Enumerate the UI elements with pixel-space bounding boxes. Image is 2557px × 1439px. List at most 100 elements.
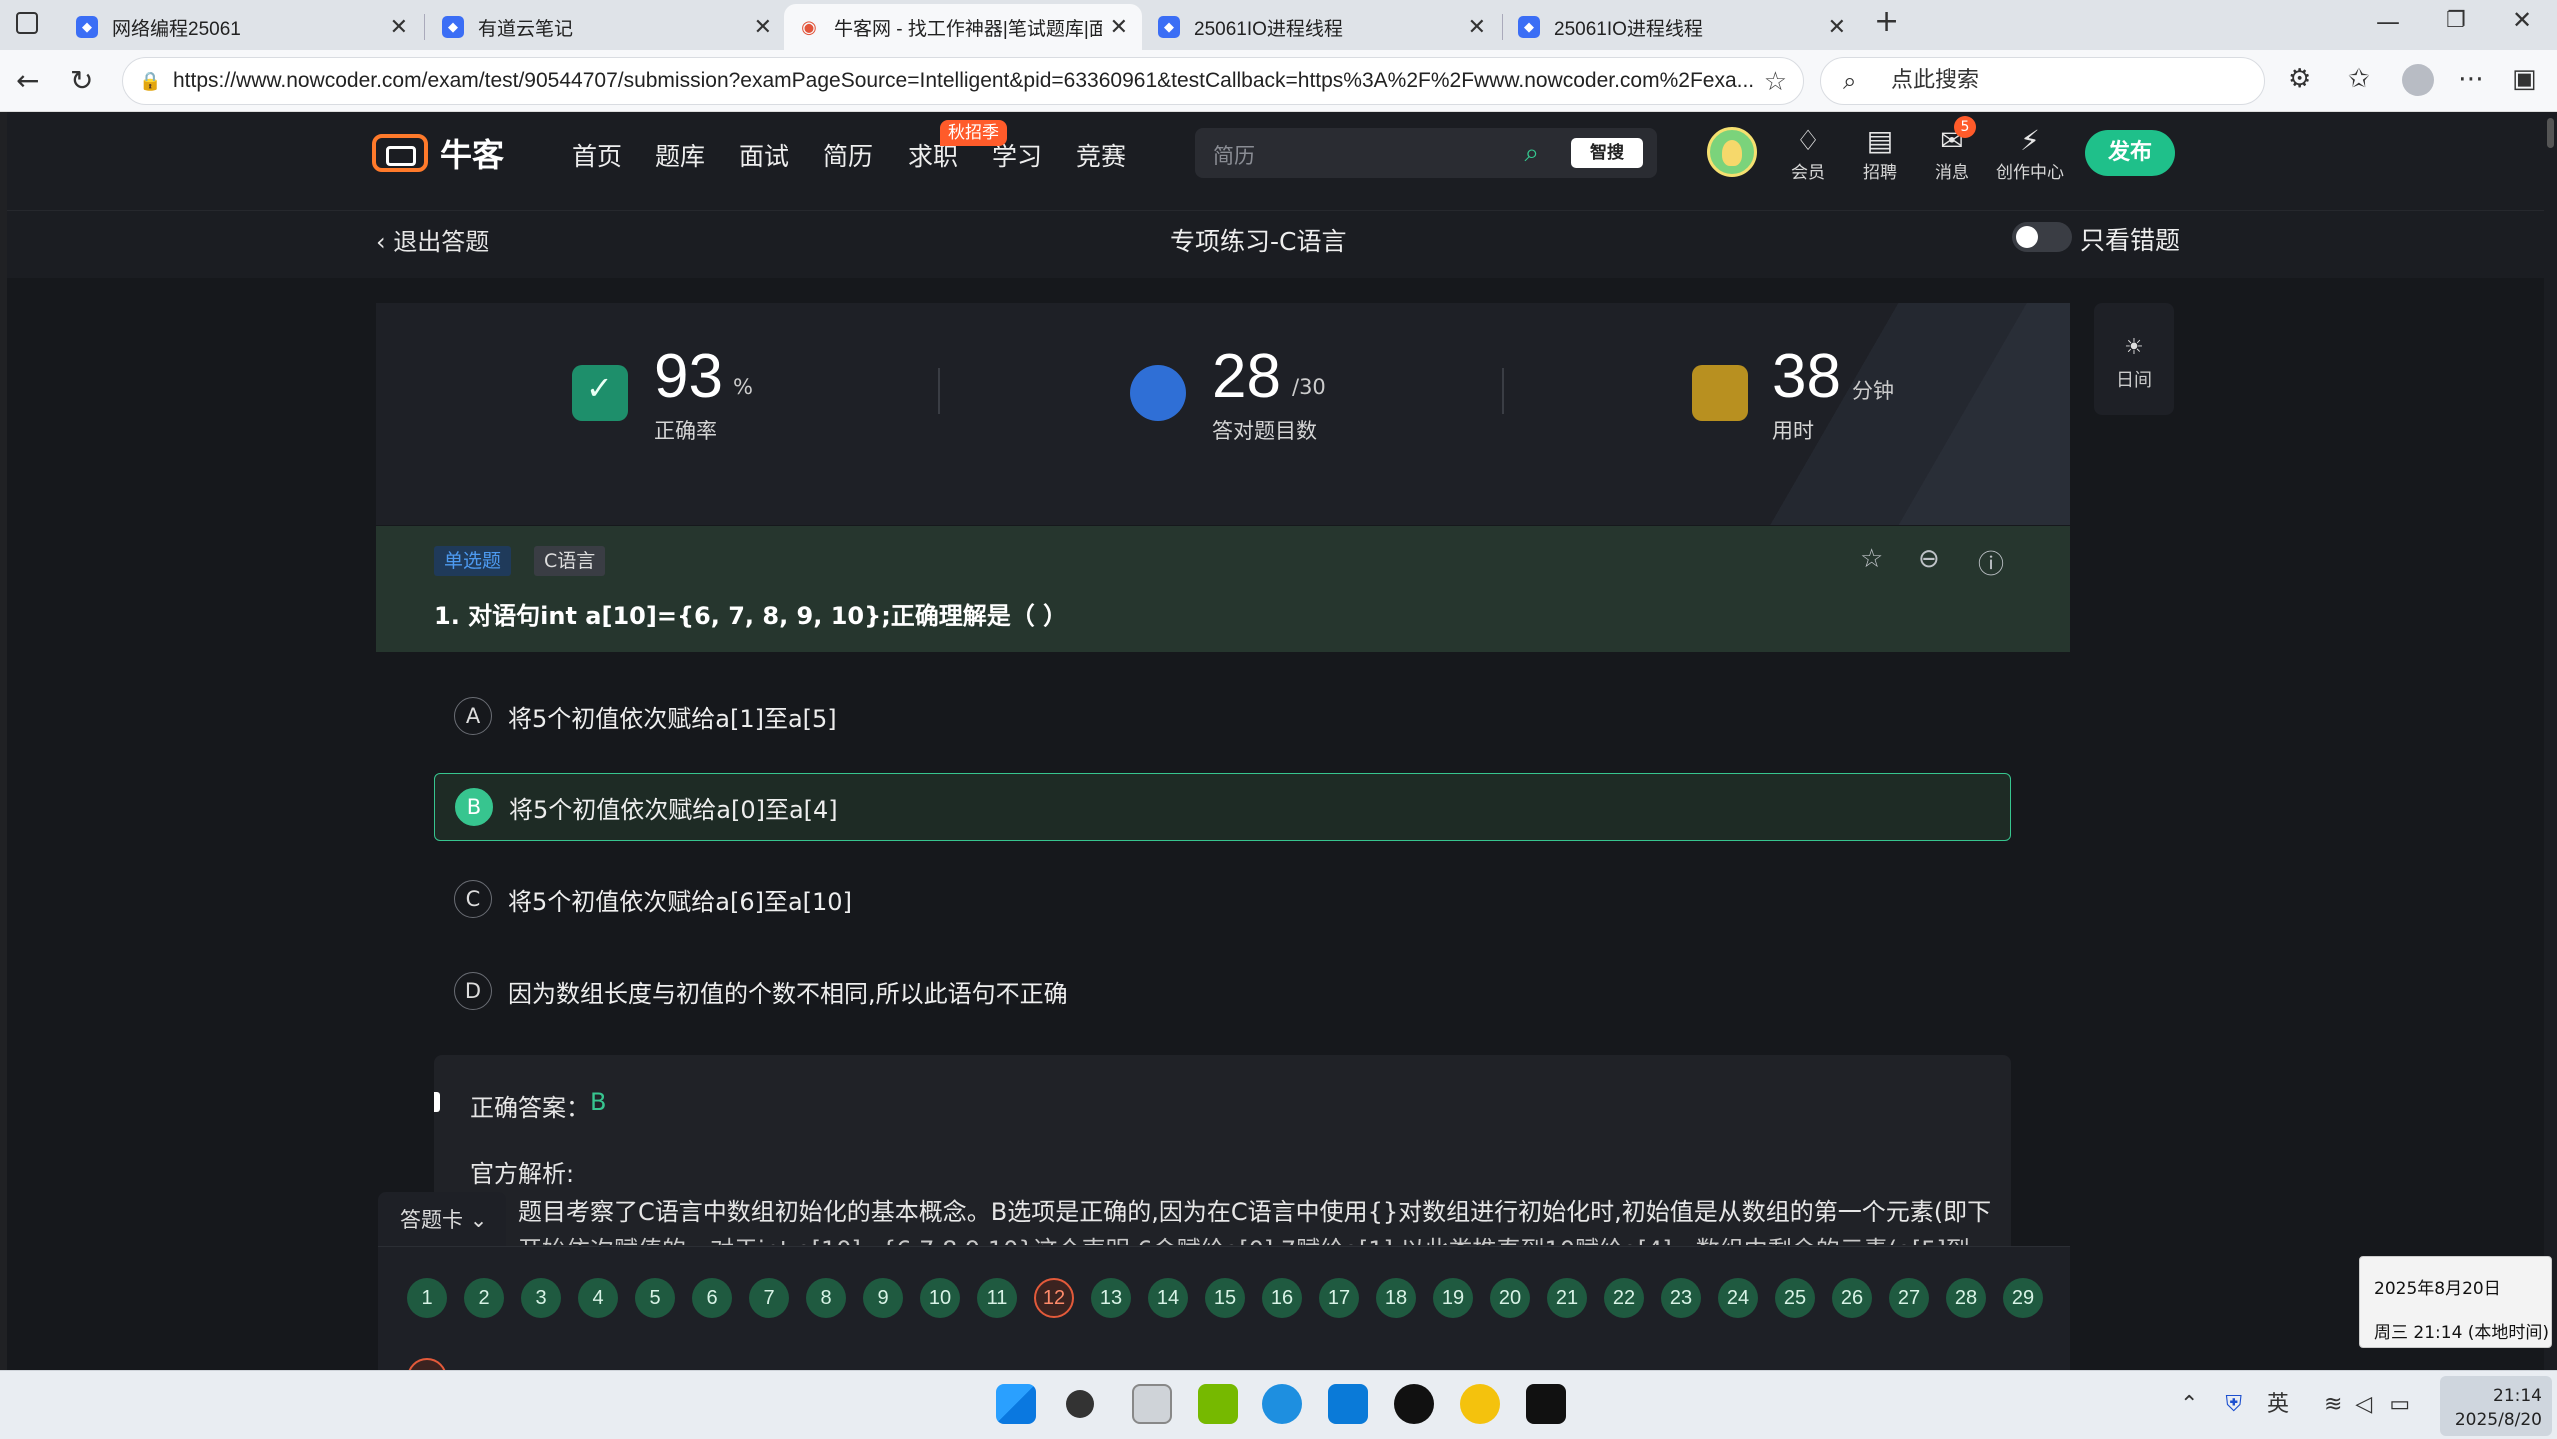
browser-tab-1[interactable]: ◆ 网络编程25061 ✕ xyxy=(62,4,422,50)
answer-card-item-12[interactable]: 12 xyxy=(1034,1278,1074,1318)
close-window-button[interactable]: ✕ xyxy=(2512,6,2532,34)
answer-card-item-29[interactable]: 29 xyxy=(2003,1278,2043,1318)
nav-interview[interactable]: 面试 xyxy=(739,137,789,173)
header-recruit[interactable]: ▤ 招聘 xyxy=(1840,124,1920,183)
answer-card-item-13[interactable]: 13 xyxy=(1091,1278,1131,1318)
smart-search-button[interactable]: 智搜 xyxy=(1571,138,1643,168)
shield-icon[interactable]: ⛨ xyxy=(2225,1392,2242,1417)
restore-button[interactable]: ❐ xyxy=(2446,8,2466,33)
only-wrong-toggle[interactable] xyxy=(2012,222,2072,252)
volume-icon[interactable]: ◁ xyxy=(2355,1392,2372,1417)
page-scrollbar[interactable] xyxy=(2544,112,2557,1370)
answer-card-item-26[interactable]: 26 xyxy=(1832,1278,1872,1318)
new-tab-button[interactable]: + xyxy=(1874,4,1899,39)
edge-browser-icon[interactable] xyxy=(1262,1384,1302,1424)
nav-home[interactable]: 首页 xyxy=(572,137,622,173)
app-icon[interactable] xyxy=(1460,1384,1500,1424)
sidebar-toggle-icon[interactable]: ▣ xyxy=(2512,64,2537,94)
minus-circle-icon[interactable]: ⊖ xyxy=(1918,544,1940,574)
option-a[interactable]: A 将5个初值依次赋给a[1]至a[5] xyxy=(434,682,2011,750)
more-menu-icon[interactable]: ⋯ xyxy=(2458,64,2484,94)
header-creator-center[interactable]: ⚡ 创作中心 xyxy=(1990,124,2070,183)
tab-close-icon[interactable]: ✕ xyxy=(754,14,772,40)
answer-card-item-16[interactable]: 16 xyxy=(1262,1278,1302,1318)
browser-tab-3-active[interactable]: ◉ 牛客网 - 找工作神器|笔试题库|面试 ✕ xyxy=(784,4,1142,50)
chevron-up-icon[interactable]: ⌃ xyxy=(2180,1392,2198,1417)
answer-card-item-24[interactable]: 24 xyxy=(1718,1278,1758,1318)
answer-card-item-19[interactable]: 19 xyxy=(1433,1278,1473,1318)
browser-tab-5[interactable]: ◆ 25061IO进程线程 ✕ xyxy=(1504,4,1860,50)
tiktok-icon[interactable] xyxy=(1526,1384,1566,1424)
answer-card-item-2[interactable]: 2 xyxy=(464,1278,504,1318)
option-d[interactable]: D 因为数组长度与初值的个数不相同,所以此语句不正确 xyxy=(434,957,2011,1025)
answer-card-item-28[interactable]: 28 xyxy=(1946,1278,1986,1318)
answer-card-item-20[interactable]: 20 xyxy=(1490,1278,1530,1318)
exit-exam-button[interactable]: ‹ 退出答题 xyxy=(376,222,489,257)
answer-card-item-5[interactable]: 5 xyxy=(635,1278,675,1318)
input-language[interactable]: 英 xyxy=(2267,1392,2289,1417)
answer-card-item-3[interactable]: 3 xyxy=(521,1278,561,1318)
tab-close-icon[interactable]: ✕ xyxy=(1828,14,1846,40)
nowcoder-logo[interactable]: 牛客 xyxy=(372,130,504,176)
scrollbar-thumb[interactable] xyxy=(2547,118,2554,148)
file-explorer-icon[interactable] xyxy=(1132,1384,1172,1424)
option-c[interactable]: C 将5个初值依次赋给a[6]至a[10] xyxy=(434,865,2011,933)
qq-icon[interactable] xyxy=(1394,1384,1434,1424)
browser-search-box[interactable]: ⌕ 点此搜索 xyxy=(1820,57,2265,105)
tab-close-icon[interactable]: ✕ xyxy=(390,14,408,40)
answer-card-item-1[interactable]: 1 xyxy=(407,1278,447,1318)
answer-card-toggle[interactable]: 答题卡 ⌄ xyxy=(378,1192,506,1248)
header-member[interactable]: ♢ 会员 xyxy=(1768,124,1848,183)
publish-button[interactable]: 发布 xyxy=(2085,130,2175,176)
extensions-icon[interactable]: ⚙ xyxy=(2288,64,2311,94)
battery-icon[interactable]: ▭ xyxy=(2389,1392,2410,1417)
tab-actions-icon[interactable] xyxy=(16,12,38,34)
tab-close-icon[interactable]: ✕ xyxy=(1110,14,1128,40)
answer-card-item-9[interactable]: 9 xyxy=(863,1278,903,1318)
address-bar[interactable]: 🔒 https://www.nowcoder.com/exam/test/905… xyxy=(122,57,1804,105)
vmware-icon[interactable] xyxy=(1328,1384,1368,1424)
browser-tab-2[interactable]: ◆ 有道云笔记 ✕ xyxy=(428,4,786,50)
header-messages[interactable]: ✉ 消息 xyxy=(1912,124,1992,183)
answer-card-item-7[interactable]: 7 xyxy=(749,1278,789,1318)
favorite-star-icon[interactable]: ☆ xyxy=(1860,544,1883,574)
browser-tab-4[interactable]: ◆ 25061IO进程线程 ✕ xyxy=(1144,4,1500,50)
answer-card-item-25[interactable]: 25 xyxy=(1775,1278,1815,1318)
answer-card-item-22[interactable]: 22 xyxy=(1604,1278,1644,1318)
answer-card-item-14[interactable]: 14 xyxy=(1148,1278,1188,1318)
search-icon[interactable]: ⌕ xyxy=(1524,128,1539,178)
answer-card-item-27[interactable]: 27 xyxy=(1889,1278,1929,1318)
option-b-selected[interactable]: B 将5个初值依次赋给a[0]至a[4] xyxy=(434,773,2011,841)
taskbar-clock[interactable]: 21:14 2025/8/20 xyxy=(2440,1376,2552,1436)
answer-card-item-4[interactable]: 4 xyxy=(578,1278,618,1318)
answer-card-item-17[interactable]: 17 xyxy=(1319,1278,1359,1318)
nav-question-bank[interactable]: 题库 xyxy=(655,137,705,173)
answer-card-item-18[interactable]: 18 xyxy=(1376,1278,1416,1318)
favorites-icon[interactable]: ✩ xyxy=(2348,64,2370,94)
answer-card-item-8[interactable]: 8 xyxy=(806,1278,846,1318)
minimize-button[interactable]: — xyxy=(2376,8,2400,36)
answer-card-item-15[interactable]: 15 xyxy=(1205,1278,1245,1318)
nav-resume[interactable]: 简历 xyxy=(823,137,873,173)
info-circle-icon[interactable]: ⓘ xyxy=(1978,544,2004,581)
favorite-star-icon[interactable]: ☆ xyxy=(1764,58,1787,104)
day-mode-toggle[interactable]: ☀ 日间 xyxy=(2094,303,2174,415)
nav-contest[interactable]: 竞赛 xyxy=(1076,137,1126,173)
user-avatar[interactable] xyxy=(1707,127,1757,177)
answer-card-item-21[interactable]: 21 xyxy=(1547,1278,1587,1318)
nvidia-icon[interactable] xyxy=(1198,1384,1238,1424)
answer-card-item-6[interactable]: 6 xyxy=(692,1278,732,1318)
profile-avatar-icon[interactable] xyxy=(2402,64,2434,96)
url-text: https://www.nowcoder.com/exam/test/90544… xyxy=(173,69,1755,92)
wifi-icon[interactable]: ≋ xyxy=(2324,1392,2342,1417)
search-app-icon[interactable] xyxy=(1066,1390,1094,1418)
back-arrow-icon[interactable]: ← xyxy=(16,64,39,97)
answer-card-item-10[interactable]: 10 xyxy=(920,1278,960,1318)
analysis-text-line-1: 题目考察了C语言中数组初始化的基本概念。B选项是正确的,因为在C语言中使用{}对… xyxy=(518,1198,1992,1226)
reload-icon[interactable]: ↻ xyxy=(70,64,93,97)
answer-card-item-23[interactable]: 23 xyxy=(1661,1278,1701,1318)
answer-card-item-11[interactable]: 11 xyxy=(977,1278,1017,1318)
windows-start-icon[interactable] xyxy=(996,1384,1036,1424)
tab-close-icon[interactable]: ✕ xyxy=(1468,14,1486,40)
site-search-input[interactable]: 简历 ⌕ 智搜 xyxy=(1195,128,1657,178)
